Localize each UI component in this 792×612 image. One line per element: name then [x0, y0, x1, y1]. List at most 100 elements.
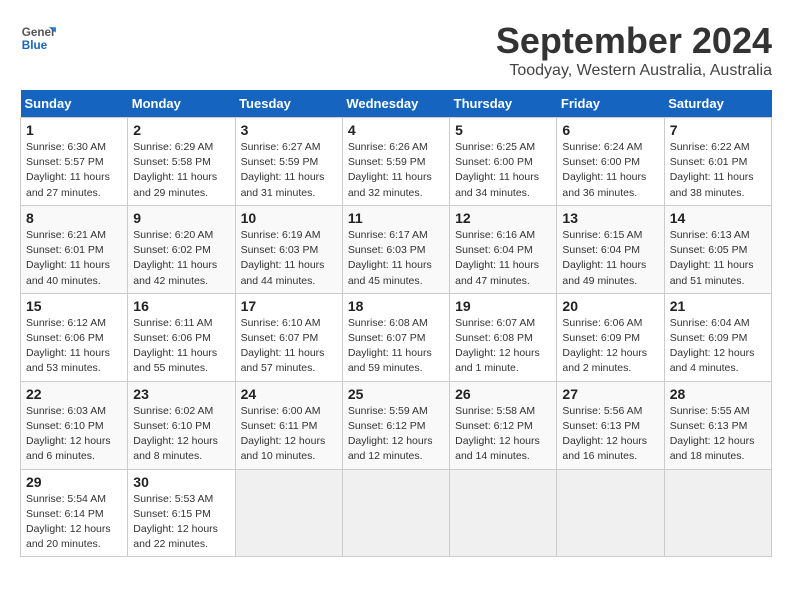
calendar-cell: 2Sunrise: 6:29 AM Sunset: 5:58 PM Daylig… [128, 118, 235, 206]
day-info: Sunrise: 5:54 AM Sunset: 6:14 PM Dayligh… [26, 492, 122, 553]
day-number: 22 [26, 386, 122, 402]
calendar-cell: 7 Sunrise: 6:22 AM Sunset: 6:01 PM Daylig… [664, 118, 771, 206]
day-number: 21 [670, 298, 766, 314]
day-info: Sunrise: 6:24 AM Sunset: 6:00 PM Dayligh… [562, 140, 658, 201]
day-number: 20 [562, 298, 658, 314]
day-number: 16 [133, 298, 229, 314]
day-info: Sunrise: 5:59 AM Sunset: 6:12 PM Dayligh… [348, 404, 444, 465]
calendar-cell [235, 469, 342, 557]
day-info: Sunrise: 6:25 AM Sunset: 6:00 PM Dayligh… [455, 140, 551, 201]
calendar-table: SundayMondayTuesdayWednesdayThursdayFrid… [20, 90, 772, 557]
day-number: 27 [562, 386, 658, 402]
calendar-cell [450, 469, 557, 557]
day-info: Sunrise: 6:15 AM Sunset: 6:04 PM Dayligh… [562, 228, 658, 289]
day-info: Sunrise: 6:12 AM Sunset: 6:06 PM Dayligh… [26, 316, 122, 377]
day-number: 15 [26, 298, 122, 314]
day-number: 6 [562, 122, 658, 138]
calendar-cell: 5 Sunrise: 6:25 AM Sunset: 6:00 PM Daylig… [450, 118, 557, 206]
day-info: Sunrise: 6:04 AM Sunset: 6:09 PM Dayligh… [670, 316, 766, 377]
day-info: Sunrise: 6:13 AM Sunset: 6:05 PM Dayligh… [670, 228, 766, 289]
day-number: 29 [26, 474, 122, 490]
day-info: Sunrise: 6:03 AM Sunset: 6:10 PM Dayligh… [26, 404, 122, 465]
calendar-cell: 25 Sunrise: 5:59 AM Sunset: 6:12 PM Dayli… [342, 381, 449, 469]
day-number: 10 [241, 210, 337, 226]
calendar-cell: 4 Sunrise: 6:26 AM Sunset: 5:59 PM Daylig… [342, 118, 449, 206]
day-number: 23 [133, 386, 229, 402]
calendar-cell: 21 Sunrise: 6:04 AM Sunset: 6:09 PM Dayli… [664, 293, 771, 381]
day-header-friday: Friday [557, 90, 664, 118]
calendar-cell: 8Sunrise: 6:21 AM Sunset: 6:01 PM Daylig… [21, 205, 128, 293]
page-header: General Blue September 2024 Toodyay, Wes… [20, 20, 772, 80]
day-number: 12 [455, 210, 551, 226]
calendar-cell: 1 Sunrise: 6:30 AM Sunset: 5:57 PM Daylig… [21, 118, 128, 206]
day-number: 25 [348, 386, 444, 402]
day-info: Sunrise: 6:16 AM Sunset: 6:04 PM Dayligh… [455, 228, 551, 289]
day-header-saturday: Saturday [664, 90, 771, 118]
month-title: September 2024 [496, 20, 772, 62]
calendar-cell: 11Sunrise: 6:17 AM Sunset: 6:03 PM Dayli… [342, 205, 449, 293]
calendar-cell: 24Sunrise: 6:00 AM Sunset: 6:11 PM Dayli… [235, 381, 342, 469]
calendar-cell: 28Sunrise: 5:55 AM Sunset: 6:13 PM Dayli… [664, 381, 771, 469]
day-number: 18 [348, 298, 444, 314]
calendar-cell: 3 Sunrise: 6:27 AM Sunset: 5:59 PM Daylig… [235, 118, 342, 206]
calendar-cell: 19 Sunrise: 6:07 AM Sunset: 6:08 PM Dayli… [450, 293, 557, 381]
calendar-cell: 6 Sunrise: 6:24 AM Sunset: 6:00 PM Daylig… [557, 118, 664, 206]
day-header-monday: Monday [128, 90, 235, 118]
day-info: Sunrise: 5:58 AM Sunset: 6:12 PM Dayligh… [455, 404, 551, 465]
calendar-cell [664, 469, 771, 557]
day-info: Sunrise: 6:26 AM Sunset: 5:59 PM Dayligh… [348, 140, 444, 201]
calendar-cell: 15 Sunrise: 6:12 AM Sunset: 6:06 PM Dayli… [21, 293, 128, 381]
day-number: 3 [241, 122, 337, 138]
day-info: Sunrise: 6:21 AM Sunset: 6:01 PM Dayligh… [26, 228, 122, 289]
calendar-cell: 27 Sunrise: 5:56 AM Sunset: 6:13 PM Dayli… [557, 381, 664, 469]
day-number: 5 [455, 122, 551, 138]
day-number: 7 [670, 122, 766, 138]
calendar-cell [342, 469, 449, 557]
calendar-week-row: 22 Sunrise: 6:03 AM Sunset: 6:10 PM Dayli… [21, 381, 772, 469]
day-number: 4 [348, 122, 444, 138]
day-info: Sunrise: 6:07 AM Sunset: 6:08 PM Dayligh… [455, 316, 551, 377]
day-info: Sunrise: 6:11 AM Sunset: 6:06 PM Dayligh… [133, 316, 229, 377]
calendar-week-row: 29 Sunrise: 5:54 AM Sunset: 6:14 PM Dayli… [21, 469, 772, 557]
calendar-cell [557, 469, 664, 557]
calendar-cell: 13 Sunrise: 6:15 AM Sunset: 6:04 PM Dayli… [557, 205, 664, 293]
calendar-cell: 29 Sunrise: 5:54 AM Sunset: 6:14 PM Dayli… [21, 469, 128, 557]
logo-icon: General Blue [20, 20, 56, 56]
day-number: 13 [562, 210, 658, 226]
day-info: Sunrise: 6:06 AM Sunset: 6:09 PM Dayligh… [562, 316, 658, 377]
calendar-cell: 26Sunrise: 5:58 AM Sunset: 6:12 PM Dayli… [450, 381, 557, 469]
day-number: 11 [348, 210, 444, 226]
calendar-cell: 22 Sunrise: 6:03 AM Sunset: 6:10 PM Dayli… [21, 381, 128, 469]
location: Toodyay, Western Australia, Australia [496, 62, 772, 80]
day-info: Sunrise: 6:08 AM Sunset: 6:07 PM Dayligh… [348, 316, 444, 377]
day-header-sunday: Sunday [21, 90, 128, 118]
calendar-cell: 30 Sunrise: 5:53 AM Sunset: 6:15 PM Dayli… [128, 469, 235, 557]
day-info: Sunrise: 5:56 AM Sunset: 6:13 PM Dayligh… [562, 404, 658, 465]
day-header-wednesday: Wednesday [342, 90, 449, 118]
day-number: 28 [670, 386, 766, 402]
calendar-cell: 9Sunrise: 6:20 AM Sunset: 6:02 PM Daylig… [128, 205, 235, 293]
day-info: Sunrise: 6:20 AM Sunset: 6:02 PM Dayligh… [133, 228, 229, 289]
day-info: Sunrise: 6:02 AM Sunset: 6:10 PM Dayligh… [133, 404, 229, 465]
calendar-cell: 16 Sunrise: 6:11 AM Sunset: 6:06 PM Dayli… [128, 293, 235, 381]
title-block: September 2024 Toodyay, Western Australi… [496, 20, 772, 80]
calendar-cell: 12 Sunrise: 6:16 AM Sunset: 6:04 PM Dayli… [450, 205, 557, 293]
day-info: Sunrise: 6:19 AM Sunset: 6:03 PM Dayligh… [241, 228, 337, 289]
day-number: 30 [133, 474, 229, 490]
calendar-week-row: 15 Sunrise: 6:12 AM Sunset: 6:06 PM Dayli… [21, 293, 772, 381]
day-info: Sunrise: 6:22 AM Sunset: 6:01 PM Dayligh… [670, 140, 766, 201]
logo: General Blue [20, 20, 56, 56]
calendar-cell: 20 Sunrise: 6:06 AM Sunset: 6:09 PM Dayli… [557, 293, 664, 381]
day-number: 19 [455, 298, 551, 314]
day-info: Sunrise: 6:29 AM Sunset: 5:58 PM Dayligh… [133, 140, 229, 201]
day-header-tuesday: Tuesday [235, 90, 342, 118]
day-number: 14 [670, 210, 766, 226]
day-info: Sunrise: 6:27 AM Sunset: 5:59 PM Dayligh… [241, 140, 337, 201]
day-number: 1 [26, 122, 122, 138]
calendar-cell: 17Sunrise: 6:10 AM Sunset: 6:07 PM Dayli… [235, 293, 342, 381]
day-info: Sunrise: 6:30 AM Sunset: 5:57 PM Dayligh… [26, 140, 122, 201]
day-info: Sunrise: 5:53 AM Sunset: 6:15 PM Dayligh… [133, 492, 229, 553]
day-number: 24 [241, 386, 337, 402]
calendar-cell: 14 Sunrise: 6:13 AM Sunset: 6:05 PM Dayli… [664, 205, 771, 293]
calendar-cell: 23 Sunrise: 6:02 AM Sunset: 6:10 PM Dayli… [128, 381, 235, 469]
